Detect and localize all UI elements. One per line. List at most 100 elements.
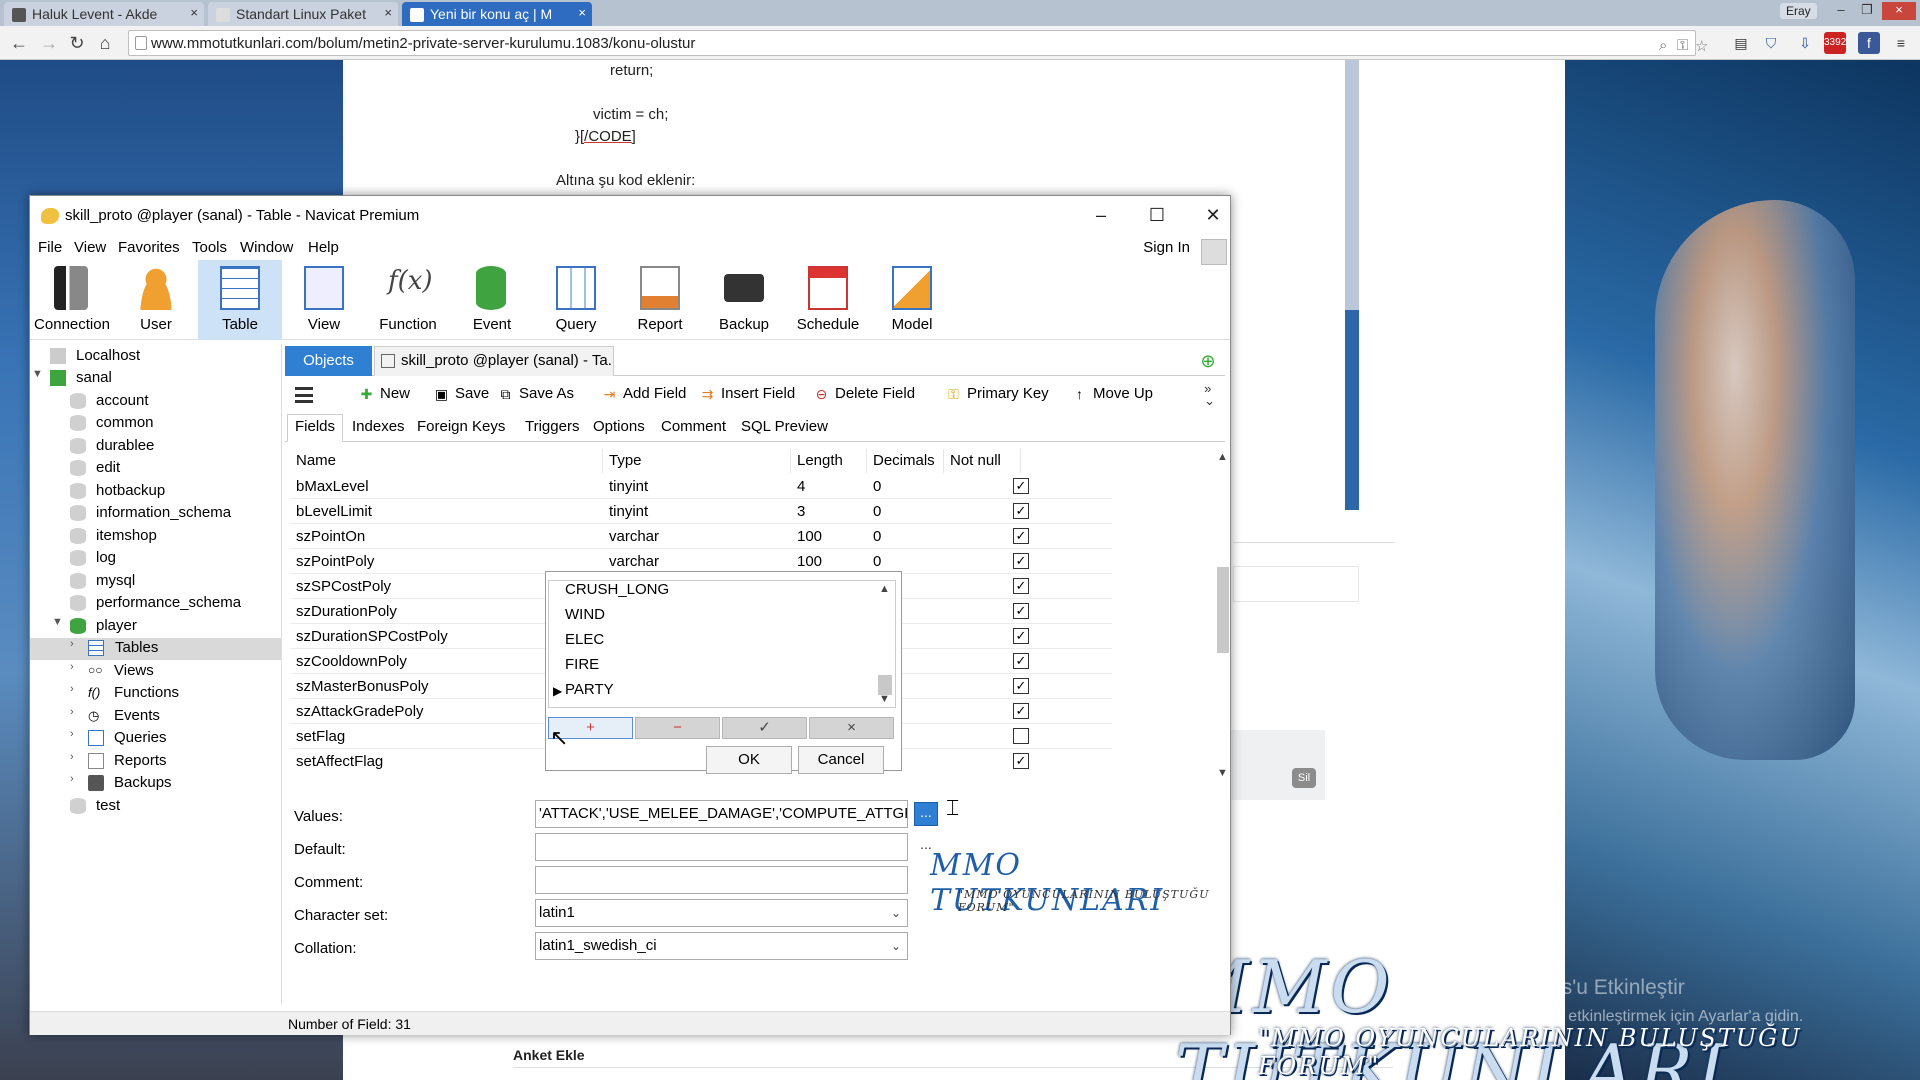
user-button[interactable]: User bbox=[114, 260, 198, 340]
menu-tools[interactable]: Tools bbox=[192, 239, 227, 256]
home-icon[interactable]: ⌂ bbox=[94, 32, 116, 54]
menu-file[interactable]: File bbox=[38, 239, 62, 256]
cell-length[interactable]: 100 bbox=[797, 553, 822, 570]
expand-icon[interactable]: ▼ bbox=[32, 368, 43, 380]
browser-tab-3[interactable]: Yeni bir konu aç | M × bbox=[402, 2, 592, 26]
editor-scrollbar[interactable] bbox=[1345, 60, 1359, 510]
cell-name[interactable]: szDurationPoly bbox=[296, 603, 397, 620]
cell-type[interactable]: tinyint bbox=[609, 478, 648, 495]
column-header-decimals[interactable]: Decimals bbox=[867, 449, 944, 473]
facebook-icon[interactable]: f bbox=[1858, 32, 1880, 54]
menu-view[interactable]: View bbox=[74, 239, 106, 256]
expand-icon[interactable]: › bbox=[70, 706, 74, 718]
function-button[interactable]: f(x) Function bbox=[366, 260, 450, 340]
expand-icon[interactable]: › bbox=[70, 661, 74, 673]
minimize-icon[interactable]: – bbox=[1086, 202, 1116, 228]
menu-favorites[interactable]: Favorites bbox=[118, 239, 180, 256]
scrollbar-thumb[interactable] bbox=[1345, 310, 1359, 510]
cell-name[interactable]: szCooldownPoly bbox=[296, 653, 407, 670]
key-icon[interactable]: ⚿ bbox=[1677, 37, 1688, 54]
ok-button[interactable]: OK bbox=[706, 746, 792, 774]
cell-type[interactable]: varchar bbox=[609, 528, 659, 545]
save-as-button[interactable]: ⧉ Save As bbox=[497, 385, 575, 402]
text-input-area[interactable] bbox=[1233, 566, 1359, 602]
expand-icon[interactable]: › bbox=[70, 728, 74, 740]
expand-icon[interactable]: › bbox=[70, 683, 74, 695]
scroll-down-icon[interactable]: ▼ bbox=[879, 693, 890, 705]
extension-icon[interactable]: ▤ bbox=[1730, 32, 1752, 54]
download-icon[interactable]: ⇩ bbox=[1794, 32, 1816, 54]
not-null-checkbox[interactable]: ✓ bbox=[1013, 528, 1029, 544]
sign-in-link[interactable]: Sign In bbox=[1143, 239, 1190, 256]
add-poll-label[interactable]: Anket Ekle bbox=[513, 1047, 585, 1063]
not-null-checkbox[interactable]: ✓ bbox=[1013, 703, 1029, 719]
event-button[interactable]: Event bbox=[450, 260, 534, 340]
zoom-icon[interactable]: ⌕ bbox=[1659, 37, 1667, 54]
cell-name[interactable]: szSPCostPoly bbox=[296, 578, 391, 595]
save-button[interactable]: ▣ Save bbox=[433, 385, 489, 402]
not-null-checkbox[interactable]: ✓ bbox=[1013, 503, 1029, 519]
values-ellipsis-button[interactable]: ... bbox=[914, 802, 938, 826]
reload-icon[interactable]: ↻ bbox=[66, 32, 88, 54]
address-bar[interactable]: www.mmotutkunlari.com/bolum/metin2-priva… bbox=[128, 30, 1708, 56]
cell-type[interactable]: varchar bbox=[609, 553, 659, 570]
cell-decimals[interactable]: 0 bbox=[873, 503, 881, 520]
cell-name[interactable]: szMasterBonusPoly bbox=[296, 678, 429, 695]
cell-length[interactable]: 100 bbox=[797, 528, 822, 545]
not-null-checkbox[interactable]: ✓ bbox=[1013, 553, 1029, 569]
scroll-up-icon[interactable]: ▲ bbox=[1217, 451, 1228, 463]
values-field[interactable]: 'ATTACK','USE_MELEE_DAMAGE','COMPUTE_ATT… bbox=[535, 800, 908, 828]
forward-icon[interactable]: → bbox=[38, 32, 60, 54]
list-item[interactable]: CRUSH_LONG bbox=[565, 581, 669, 606]
cell-name[interactable]: szAttackGradePoly bbox=[296, 703, 424, 720]
list-item[interactable]: FIRE bbox=[565, 656, 599, 681]
move-up-button[interactable]: ↑ Move Up bbox=[1071, 385, 1153, 402]
close-icon[interactable]: × bbox=[1882, 2, 1916, 20]
close-icon[interactable]: ✕ bbox=[1198, 202, 1228, 228]
tab-foreign-keys[interactable]: Foreign Keys bbox=[413, 418, 509, 435]
not-null-checkbox[interactable]: ✓ bbox=[1013, 603, 1029, 619]
primary-key-button[interactable]: ⚿ Primary Key bbox=[945, 385, 1049, 402]
report-button[interactable]: Report bbox=[618, 260, 702, 340]
list-item[interactable]: WIND bbox=[565, 606, 605, 631]
collation-select[interactable]: latin1_swedish_ci ⌄ bbox=[535, 932, 908, 960]
hamburger-menu-icon[interactable] bbox=[295, 387, 313, 403]
add-tab-icon[interactable]: ⊕ bbox=[1197, 350, 1219, 372]
cell-type[interactable]: tinyint bbox=[609, 503, 648, 520]
new-button[interactable]: ✚ New bbox=[358, 385, 410, 402]
cell-length[interactable]: 4 bbox=[797, 478, 805, 495]
comment-field[interactable] bbox=[535, 866, 908, 894]
column-header-type[interactable]: Type bbox=[603, 449, 791, 473]
cell-decimals[interactable]: 0 bbox=[873, 528, 881, 545]
scrollbar-thumb[interactable] bbox=[878, 675, 892, 695]
cell-name[interactable]: setFlag bbox=[296, 728, 345, 745]
browser-tab-1[interactable]: Haluk Levent - Akde × bbox=[4, 2, 204, 26]
bookmark-star-icon[interactable]: ☆ bbox=[1695, 37, 1708, 55]
remove-value-button[interactable]: − bbox=[635, 717, 720, 739]
expand-icon[interactable]: › bbox=[70, 638, 74, 650]
default-field[interactable] bbox=[535, 833, 908, 861]
tab-table-designer[interactable]: skill_proto @player (sanal) - Ta... bbox=[374, 346, 614, 376]
not-null-checkbox[interactable] bbox=[1013, 728, 1029, 744]
cell-length[interactable]: 3 bbox=[797, 503, 805, 520]
cell-name[interactable]: szDurationSPCostPoly bbox=[296, 628, 448, 645]
more-icon[interactable]: » ⌄ bbox=[1204, 382, 1215, 407]
tab-comment[interactable]: Comment bbox=[657, 418, 730, 435]
menu-window[interactable]: Window bbox=[240, 239, 293, 256]
close-tab-icon[interactable]: × bbox=[384, 5, 392, 20]
cell-name[interactable]: szPointOn bbox=[296, 528, 365, 545]
tab-fields[interactable]: Fields bbox=[287, 414, 344, 442]
menu-help[interactable]: Help bbox=[308, 239, 339, 256]
cell-decimals[interactable]: 0 bbox=[873, 553, 881, 570]
list-item[interactable]: PARTY bbox=[565, 681, 614, 706]
table-button[interactable]: Table bbox=[198, 260, 282, 340]
cancel-button[interactable]: Cancel bbox=[798, 746, 884, 774]
scroll-down-icon[interactable]: ▼ bbox=[1217, 767, 1228, 779]
close-tab-icon[interactable]: × bbox=[190, 5, 198, 20]
scroll-up-icon[interactable]: ▲ bbox=[879, 583, 890, 595]
tab-objects[interactable]: Objects bbox=[285, 346, 372, 376]
tree-item-tables[interactable]: › Tables bbox=[30, 638, 281, 660]
tab-indexes[interactable]: Indexes bbox=[348, 418, 409, 435]
confirm-value-button[interactable]: ✓ bbox=[722, 717, 807, 739]
column-header-not-null[interactable]: Not null bbox=[944, 449, 1021, 473]
